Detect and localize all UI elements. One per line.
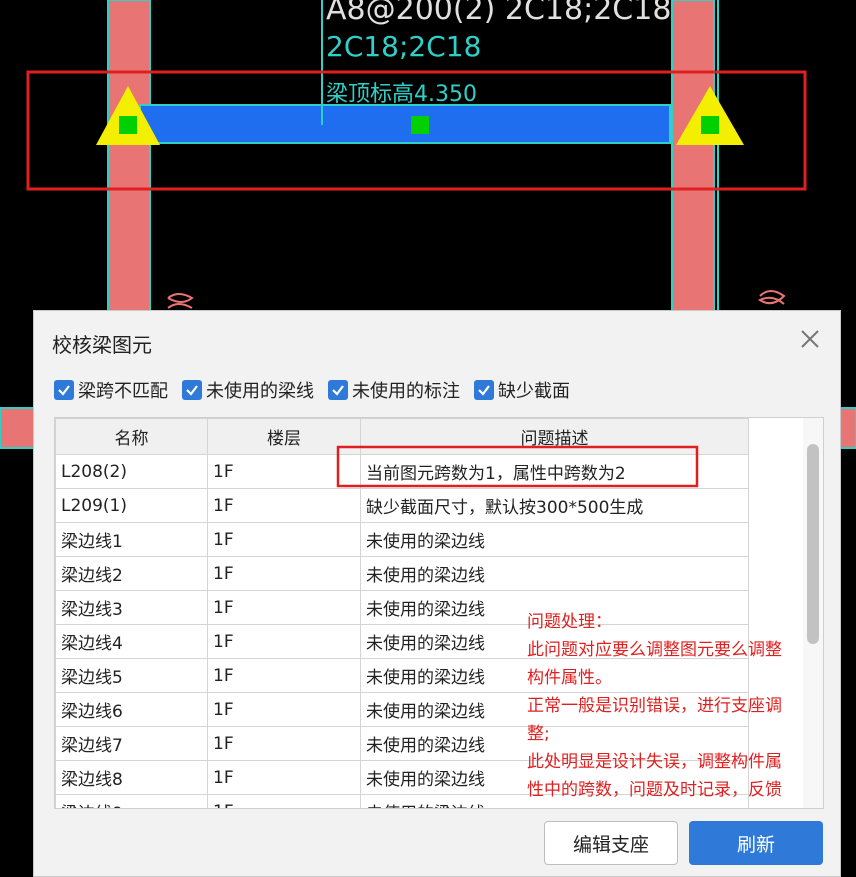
annotation-line: 整; bbox=[527, 724, 550, 744]
annotation-line: 此问题对应要么调整图元要么调整 bbox=[527, 640, 782, 660]
row-highlight-frame bbox=[336, 445, 699, 488]
annotation-line: 构件属性。 bbox=[527, 668, 612, 688]
annotation-line: 此处明显是设计失误，调整构件属 bbox=[527, 752, 782, 772]
annotation-line: 问题处理： bbox=[527, 612, 612, 632]
annotation-note: 问题处理： 此问题对应要么调整图元要么调整 构件属性。 正常一般是识别错误，进行… bbox=[527, 608, 847, 804]
annotation-line: 正常一般是识别错误，进行支座调 bbox=[527, 696, 782, 716]
annotation-line: 性中的跨数，问题及时记录，反馈 bbox=[527, 780, 782, 800]
